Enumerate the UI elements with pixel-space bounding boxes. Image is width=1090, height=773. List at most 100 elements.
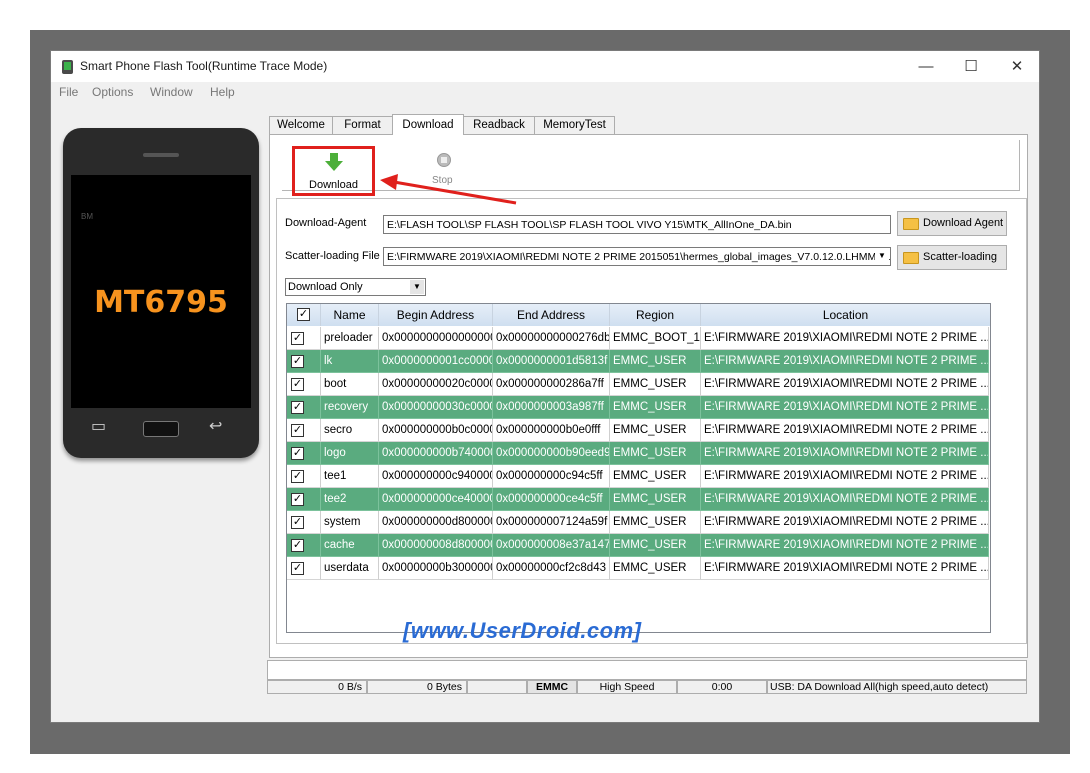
cell-region: EMMC_USER [610,488,701,511]
row-checkbox[interactable]: ✓ [291,493,304,506]
row-checkbox[interactable]: ✓ [291,332,304,345]
cell-location: E:\FIRMWARE 2019\XIAOMI\REDMI NOTE 2 PRI… [701,465,989,488]
cell-location: E:\FIRMWARE 2019\XIAOMI\REDMI NOTE 2 PRI… [701,350,989,373]
checkbox-select-all[interactable]: ✓ [297,308,310,321]
row-checkbox[interactable]: ✓ [291,447,304,460]
menu-key-icon: ▭ [91,418,107,435]
minimize-button[interactable]: — [903,51,949,82]
cell-region: EMMC_USER [610,396,701,419]
cell-begin-address: 0x000000000ce40000 [379,488,493,511]
scatter-dropdown-icon[interactable]: ▼ [875,249,889,263]
tab-welcome[interactable]: Welcome [269,116,333,134]
cell-name: userdata [321,557,379,580]
cell-location: E:\FIRMWARE 2019\XIAOMI\REDMI NOTE 2 PRI… [701,557,989,580]
tab-readback[interactable]: Readback [463,116,535,134]
close-button[interactable]: ✕ [994,51,1040,82]
cell-begin-address: 0x000000000c940000 [379,465,493,488]
table-row[interactable]: ✓ preloader 0x0000000000000000 0x0000000000… [287,327,989,350]
back-key-icon: ↩ [209,418,223,435]
maximize-button[interactable]: ☐ [948,51,994,82]
download-agent-field[interactable]: E:\FLASH TOOL\SP FLASH TOOL\SP FLASH TOO… [383,215,891,234]
phone-screen: BM MT6795 [71,175,251,408]
tab-memorytest[interactable]: MemoryTest [534,116,615,134]
toolbar: Download Stop [282,140,1020,196]
table-row[interactable]: ✓ userdata 0x00000000b3000000 0x00000000cf2… [287,557,989,580]
cell-name: preloader [321,327,379,350]
header-location[interactable]: Location [701,304,990,326]
row-checkbox[interactable]: ✓ [291,562,304,575]
cell-checkbox: ✓ [287,350,321,373]
table-row[interactable]: ✓ cache 0x000000008d800000 0x000000008e37a1… [287,534,989,557]
cell-end-address: 0x000000000b90eed9 [493,442,610,465]
status-mode: High Speed [577,680,677,694]
cell-name: boot [321,373,379,396]
menu-file[interactable]: File [59,85,78,99]
cell-end-address: 0x0000000003a987ff [493,396,610,419]
folder-icon [903,252,919,264]
phone-speaker [143,153,179,157]
cell-region: EMMC_USER [610,534,701,557]
scatter-loading-button[interactable]: Scatter-loading [897,245,1007,270]
header-name[interactable]: Name [321,304,379,326]
cell-begin-address: 0x00000000b3000000 [379,557,493,580]
download-arrow-icon [325,153,343,171]
cell-checkbox: ✓ [287,442,321,465]
table-row[interactable]: ✓ lk 0x0000000001cc0000 0x0000000001d5813f E… [287,350,989,373]
header-end-address[interactable]: End Address [493,304,610,326]
cell-name: lk [321,350,379,373]
chip-label: MT6795 [94,285,228,320]
menu-window[interactable]: Window [150,85,193,99]
header-select-all[interactable]: ✓ [287,304,321,326]
scatter-label: Scatter-loading File [285,250,380,262]
cell-checkbox: ✓ [287,465,321,488]
table-row[interactable]: ✓ system 0x000000000d800000 0x000000007124a… [287,511,989,534]
header-begin-address[interactable]: Begin Address [379,304,493,326]
scatter-field[interactable]: E:\FIRMWARE 2019\XIAOMI\REDMI NOTE 2 PRI… [383,247,891,266]
row-checkbox[interactable]: ✓ [291,401,304,414]
title-bar: Smart Phone Flash Tool(Runtime Trace Mod… [51,51,1039,82]
cell-begin-address: 0x000000000b0c0000 [379,419,493,442]
row-checkbox[interactable]: ✓ [291,424,304,437]
cell-end-address: 0x00000000000276db [493,327,610,350]
progress-bar [267,660,1027,680]
download-agent-label: Download-Agent [285,217,367,229]
row-checkbox[interactable]: ✓ [291,539,304,552]
stop-button[interactable]: Stop [432,175,453,186]
mode-select[interactable]: Download Only ▼ [285,278,426,296]
download-button[interactable]: Download [292,146,375,196]
status-speed: 0 B/s [267,680,367,694]
cell-checkbox: ✓ [287,488,321,511]
menu-options[interactable]: Options [92,85,133,99]
table-row[interactable]: ✓ secro 0x000000000b0c0000 0x000000000b0e0f… [287,419,989,442]
partition-table: ✓ Name Begin Address End Address Region … [286,303,991,633]
menu-help[interactable]: Help [210,85,235,99]
table-row[interactable]: ✓ boot 0x00000000020c0000 0x000000000286a7f… [287,373,989,396]
row-checkbox[interactable]: ✓ [291,470,304,483]
download-agent-button[interactable]: Download Agent [897,211,1007,236]
cell-checkbox: ✓ [287,557,321,580]
tab-download[interactable]: Download [392,114,464,135]
folder-icon [903,218,919,230]
row-checkbox[interactable]: ✓ [291,355,304,368]
cell-checkbox: ✓ [287,534,321,557]
scatter-loading-button-label: Scatter-loading [923,251,997,263]
cell-location: E:\FIRMWARE 2019\XIAOMI\REDMI NOTE 2 PRI… [701,373,989,396]
tab-format[interactable]: Format [332,116,393,134]
table-row[interactable]: ✓ tee1 0x000000000c940000 0x000000000c94c5f… [287,465,989,488]
cell-name: recovery [321,396,379,419]
cell-end-address: 0x000000000c94c5ff [493,465,610,488]
row-checkbox[interactable]: ✓ [291,516,304,529]
table-header: ✓ Name Begin Address End Address Region … [287,304,990,326]
cell-begin-address: 0x000000000d800000 [379,511,493,534]
stop-icon[interactable] [437,153,451,167]
cell-location: E:\FIRMWARE 2019\XIAOMI\REDMI NOTE 2 PRI… [701,534,989,557]
cell-name: tee1 [321,465,379,488]
row-checkbox[interactable]: ✓ [291,378,304,391]
cell-begin-address: 0x000000000b740000 [379,442,493,465]
header-region[interactable]: Region [610,304,701,326]
window-title: Smart Phone Flash Tool(Runtime Trace Mod… [80,59,328,73]
table-row[interactable]: ✓ tee2 0x000000000ce40000 0x000000000ce4c5f… [287,488,989,511]
table-row[interactable]: ✓ recovery 0x00000000030c0000 0x0000000003a… [287,396,989,419]
table-row[interactable]: ✓ logo 0x000000000b740000 0x000000000b90eed… [287,442,989,465]
cell-checkbox: ✓ [287,396,321,419]
